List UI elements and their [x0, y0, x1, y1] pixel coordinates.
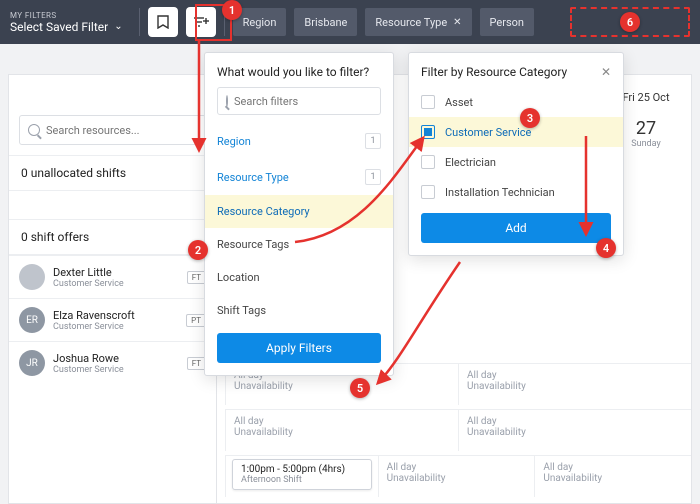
saved-filter-label: Select Saved Filter — [10, 20, 108, 34]
cell-allday[interactable]: All dayUnavailability — [458, 364, 691, 405]
person-role: Customer Service — [53, 322, 135, 332]
add-filter-icon — [193, 16, 209, 28]
category-option[interactable]: Installation Technician — [409, 177, 623, 207]
cell-allday[interactable]: All dayUnavailability — [225, 410, 458, 451]
filter-pill-brisbane[interactable]: Brisbane — [294, 8, 357, 36]
person-row[interactable]: JR Joshua Rowe Customer Service FT — [9, 341, 216, 384]
my-filters-label: MY FILTERS — [10, 11, 131, 20]
category-popover: Filter by Resource Category ✕ AssetCusto… — [408, 52, 624, 256]
filter-item[interactable]: Region1 — [205, 123, 393, 159]
add-button[interactable]: Add — [421, 213, 611, 243]
cell-allday[interactable]: All dayUnavailability — [458, 410, 691, 451]
chevron-down-icon: ⌄ — [114, 21, 122, 32]
schedule-row-joshua: 1:00pm - 5:00pm (4hrs) Afternoon Shift A… — [225, 455, 691, 497]
person-role: Customer Service — [53, 279, 124, 289]
popover-title: Filter by Resource Category ✕ — [409, 53, 623, 87]
checkbox-icon[interactable] — [421, 95, 435, 109]
divider — [139, 8, 140, 36]
unallocated-header[interactable]: 0 unallocated shifts — [9, 155, 216, 191]
search-resources-input[interactable] — [46, 124, 197, 137]
avatar — [19, 264, 45, 290]
close-icon[interactable]: ✕ — [453, 17, 461, 28]
filter-search[interactable] — [217, 87, 381, 115]
saved-filter-select[interactable]: Select Saved Filter ⌄ — [10, 20, 131, 34]
cell-allday[interactable]: All dayUnavailability — [378, 456, 535, 497]
filter-item[interactable]: Resource Type1 — [205, 159, 393, 195]
person-name: Joshua Rowe — [53, 352, 124, 365]
close-icon[interactable]: ✕ — [601, 65, 611, 79]
person-row[interactable]: ER Elza Ravenscroft Customer Service PT — [9, 298, 216, 341]
popover-title: What would you like to filter? — [205, 53, 393, 87]
avatar: ER — [19, 307, 45, 333]
filter-item[interactable]: Shift Tags — [205, 294, 393, 327]
shift-time: 1:00pm - 5:00pm (4hrs) — [241, 464, 363, 475]
annotation-dropzone — [570, 7, 690, 37]
checkbox-icon[interactable] — [421, 185, 435, 199]
person-name: Elza Ravenscroft — [53, 309, 135, 322]
filter-item[interactable]: Resource Category — [205, 195, 393, 228]
apply-filters-button[interactable]: Apply Filters — [217, 333, 381, 363]
bookmark-button[interactable] — [148, 7, 178, 37]
filter-count: 1 — [365, 133, 381, 149]
category-option[interactable]: Asset — [409, 87, 623, 117]
filter-pill-resource-type[interactable]: Resource Type✕ — [365, 8, 471, 36]
category-option[interactable]: Customer Service — [409, 117, 623, 147]
add-filter-button[interactable] — [186, 7, 216, 37]
schedule-row-elza: All dayUnavailability All dayUnavailabil… — [225, 409, 691, 451]
search-icon — [226, 95, 228, 107]
category-option[interactable]: Electrician — [409, 147, 623, 177]
person-name: Dexter Little — [53, 266, 124, 279]
cell-allday[interactable]: All dayUnavailability — [534, 456, 691, 497]
bookmark-icon — [157, 15, 169, 29]
avatar: JR — [19, 350, 45, 376]
filter-list-popover: What would you like to filter? Region1Re… — [204, 52, 394, 376]
search-resources[interactable] — [19, 115, 206, 145]
search-icon — [28, 124, 40, 136]
filter-item[interactable]: Resource Tags — [205, 228, 393, 261]
filter-item[interactable]: Location — [205, 261, 393, 294]
checkbox-icon[interactable] — [421, 125, 435, 139]
divider — [224, 8, 225, 36]
person-role: Customer Service — [53, 365, 124, 375]
filter-count: 1 — [365, 169, 381, 185]
person-row[interactable]: Dexter Little Customer Service FT — [9, 255, 216, 298]
top-filter-bar: MY FILTERS Select Saved Filter ⌄ Region … — [0, 0, 700, 44]
my-filters-block: MY FILTERS Select Saved Filter ⌄ — [10, 11, 131, 34]
checkbox-icon[interactable] — [421, 155, 435, 169]
filter-search-input[interactable] — [234, 95, 374, 108]
shift-name: Afternoon Shift — [241, 475, 363, 485]
shift-card[interactable]: 1:00pm - 5:00pm (4hrs) Afternoon Shift — [232, 459, 372, 490]
filter-pill-person[interactable]: Person — [480, 8, 534, 36]
shift-offers-header[interactable]: 0 shift offers — [9, 219, 216, 255]
resource-sidebar: 0 unallocated shifts 0 shift offers Dext… — [9, 75, 217, 503]
filter-pill-region[interactable]: Region — [233, 8, 287, 36]
cell-shift[interactable]: 1:00pm - 5:00pm (4hrs) Afternoon Shift — [225, 456, 378, 497]
